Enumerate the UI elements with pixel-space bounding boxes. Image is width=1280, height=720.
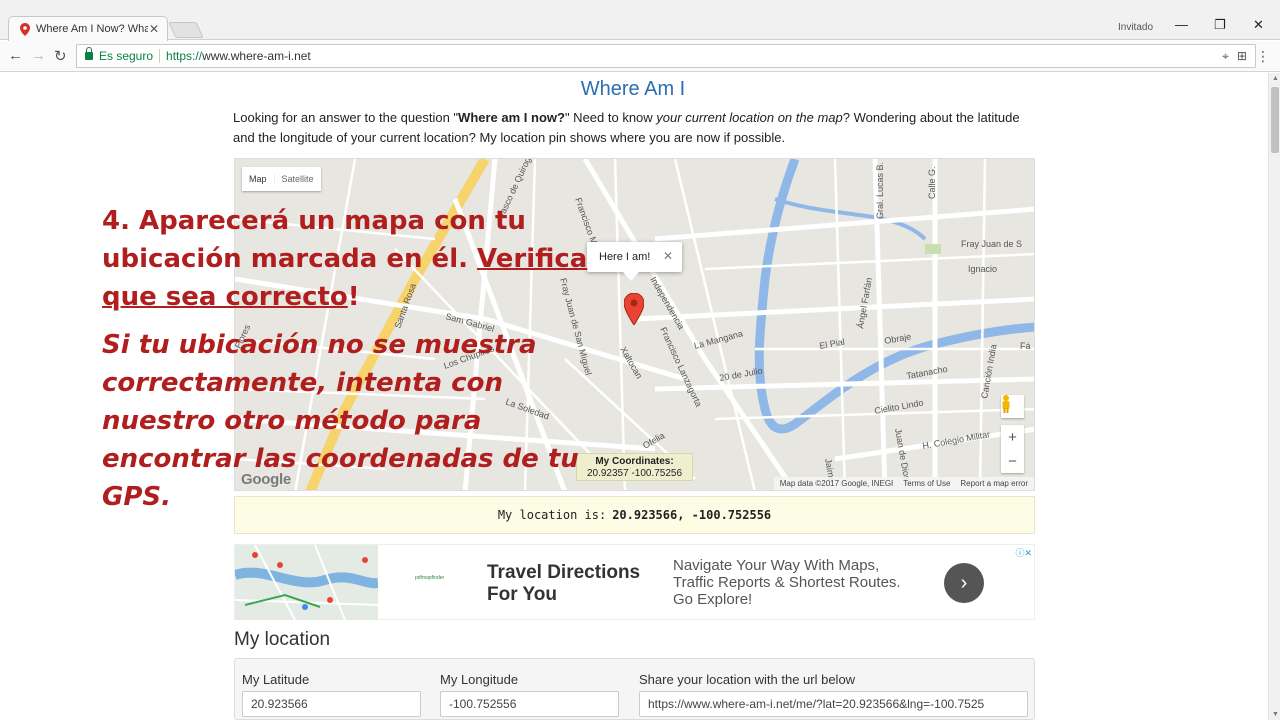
report-error-link[interactable]: Report a map error	[960, 479, 1028, 488]
address-separator	[159, 49, 161, 63]
ad-choices-icon[interactable]: ⓘ✕	[1015, 546, 1032, 559]
intro-text-2: " Need to know	[564, 110, 657, 125]
intro-question: Where am I now?	[458, 110, 565, 125]
zoom-control: + −	[1001, 425, 1024, 473]
map-type-satellite[interactable]: Satellite	[273, 174, 321, 184]
tab-title: Where Am I Now? What	[36, 23, 148, 35]
back-icon[interactable]: ←	[8, 47, 23, 64]
ad-logo: pdfmapfinder	[415, 575, 445, 581]
svg-text:Fray Juan de S: Fray Juan de S	[961, 239, 1022, 249]
omnibox-icons: ⌖ ⊞	[1222, 49, 1247, 64]
ad-title[interactable]: Travel Directions For You	[487, 562, 667, 606]
url-host: www.where-am-i.net	[202, 49, 311, 63]
svg-text:Gral. Lucas B.: Gral. Lucas B.	[875, 162, 885, 219]
browser-tab-bar: Where Am I Now? What ✕ Invitado — ❐ ✕	[0, 0, 1280, 41]
location-summary-value: 20.923566, -100.752556	[612, 508, 772, 522]
intro-text-1: Looking for an answer to the question "	[233, 110, 459, 125]
browser-toolbar: ← → ↻ Es seguro https://www.where-am-i.n…	[0, 41, 1280, 72]
secure-label: Es seguro	[99, 49, 154, 63]
close-info-window-icon[interactable]: ✕	[663, 249, 673, 263]
close-window-icon[interactable]: ✕	[1253, 17, 1264, 33]
ad-description[interactable]: Navigate Your Way With Maps, Traffic Rep…	[673, 557, 903, 608]
longitude-field[interactable]: -100.752556	[440, 691, 619, 717]
browser-tab[interactable]: Where Am I Now? What ✕	[8, 16, 168, 41]
annotation-line-2b: Verifica	[477, 244, 588, 274]
svg-text:Calle G.: Calle G.	[927, 166, 937, 199]
advertisement[interactable]: pdfmapfinder Travel Directions For You N…	[234, 544, 1035, 620]
page-title[interactable]: Where Am I	[233, 78, 1033, 101]
lock-icon	[85, 47, 93, 60]
url-text: https://www.where-am-i.net	[166, 49, 311, 63]
map-info-window: Here I am! ✕	[587, 242, 682, 281]
browser-menu-icon[interactable]: ⋮	[1256, 48, 1270, 65]
annotation-line-2: ubicación marcada en él. Verifica	[102, 240, 587, 278]
share-url-field[interactable]: https://www.where-am-i.net/me/?lat=20.92…	[639, 691, 1028, 717]
annotation-line-2a: ubicación marcada en él.	[102, 244, 478, 274]
svg-text:Fá: Fá	[1020, 341, 1031, 351]
annotation-line-1: 4. Aparecerá un mapa con tu	[102, 206, 526, 236]
location-pin-icon	[19, 22, 31, 36]
maximize-icon[interactable]: ❐	[1214, 17, 1226, 33]
page-scrollbar[interactable]: ▲ ▼	[1268, 73, 1280, 720]
map-data-text: Map data ©2017 Google, INEGI	[779, 479, 894, 488]
location-target-icon[interactable]: ⌖	[1222, 49, 1229, 64]
zoom-in-icon[interactable]: +	[1008, 429, 1017, 446]
svg-text:Ignacio: Ignacio	[968, 264, 997, 274]
latitude-label: My Latitude	[242, 672, 310, 687]
longitude-label: My Longitude	[440, 672, 519, 687]
zoom-out-icon[interactable]: −	[1008, 453, 1017, 470]
coordinates-value: 20.92357 -100.75256	[586, 468, 683, 479]
reload-icon[interactable]: ↻	[54, 47, 67, 65]
share-url-label: Share your location with the url below	[639, 672, 856, 687]
annotation-line-3: que sea correcto!	[102, 278, 562, 316]
annotation-italic-1: Si tu ubicación no se muestra	[102, 330, 537, 360]
intro-paragraph: Looking for an answer to the question "W…	[233, 108, 1023, 148]
close-tab-icon[interactable]: ✕	[149, 22, 159, 36]
map-type-control: Map Satellite	[242, 167, 321, 191]
annotation-italic-4: encontrar las coordenadas de tu	[102, 444, 579, 474]
url-protocol: https://	[166, 49, 203, 63]
intro-italic: your current location on the map	[656, 110, 843, 125]
annotation-line-3b: !	[347, 282, 360, 312]
annotation-italic-5: GPS.	[102, 482, 171, 512]
latitude-field[interactable]: 20.923566	[242, 691, 421, 717]
map-attribution: Map data ©2017 Google, INEGI Terms of Us…	[773, 477, 1034, 490]
my-location-heading: My location	[234, 629, 331, 650]
translate-icon[interactable]: ⊞	[1237, 49, 1247, 64]
coordinates-label: My Coordinates: 20.92357 -100.75256	[576, 453, 693, 481]
profile-label[interactable]: Invitado	[1118, 22, 1153, 33]
scrollbar-thumb[interactable]	[1271, 87, 1279, 153]
terms-link[interactable]: Terms of Use	[903, 479, 950, 488]
scroll-down-icon[interactable]: ▼	[1272, 711, 1279, 718]
tutorial-annotation: 4. Aparecerá un mapa con tu ubicación ma…	[102, 202, 587, 516]
chevron-right-icon: ›	[960, 571, 968, 594]
street-view-pegman-icon[interactable]	[1001, 395, 1024, 418]
info-window-text: Here I am!	[599, 251, 651, 263]
scroll-up-icon[interactable]: ▲	[1272, 75, 1279, 82]
coordinates-heading: My Coordinates:	[595, 456, 674, 467]
annotation-italic-3: nuestro otro método para	[102, 406, 482, 436]
my-location-panel: My Latitude 20.923566 My Longitude -100.…	[234, 658, 1035, 720]
new-tab-button[interactable]	[168, 22, 204, 38]
ad-map-image[interactable]	[235, 545, 378, 620]
map-type-map[interactable]: Map	[242, 174, 274, 184]
forward-icon[interactable]: →	[31, 47, 46, 64]
annotation-line-3a: que sea correcto	[102, 282, 348, 312]
minimize-icon[interactable]: —	[1175, 17, 1188, 32]
annotation-italic-2: correctamente, intenta con	[102, 368, 503, 398]
ad-arrow-button[interactable]: ›	[944, 563, 984, 603]
address-bar[interactable]: Es seguro https://www.where-am-i.net ⌖ ⊞	[76, 44, 1256, 68]
